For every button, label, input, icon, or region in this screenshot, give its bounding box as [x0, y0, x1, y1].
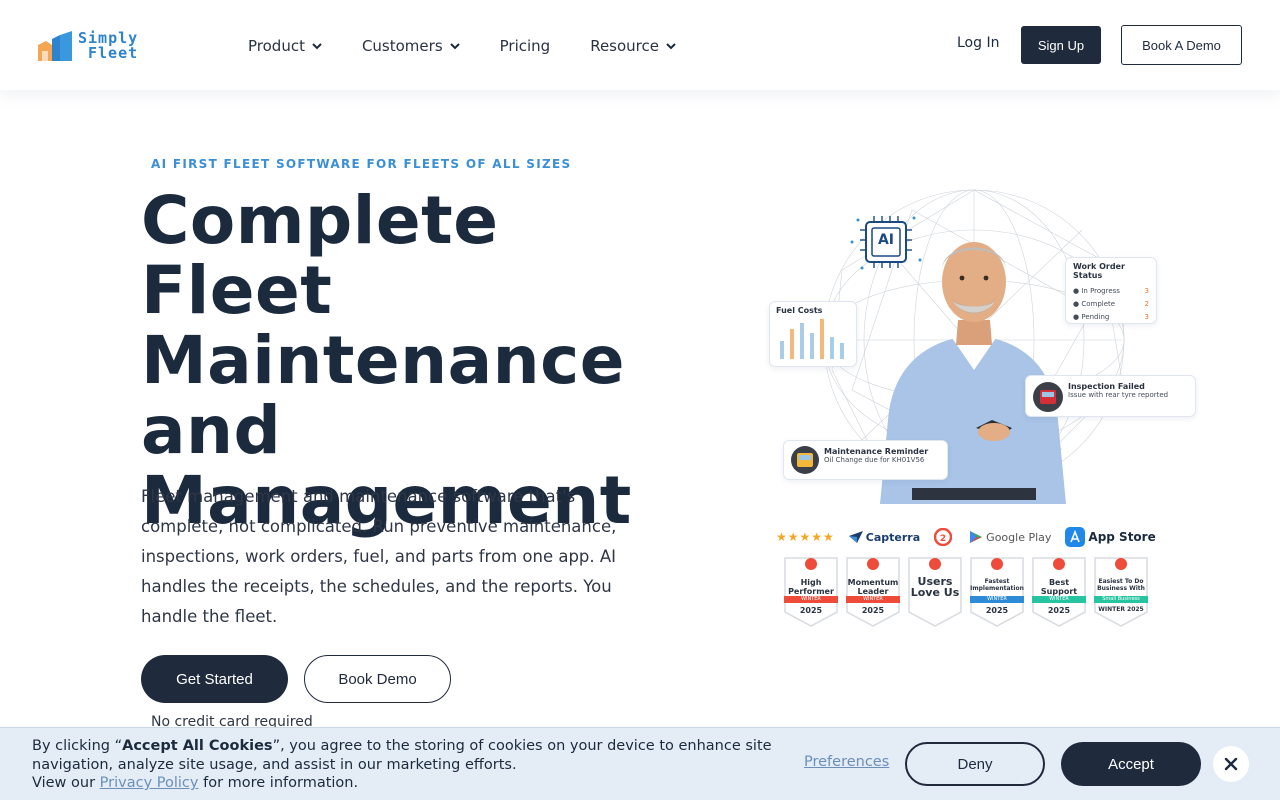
red-truck-icon — [1033, 382, 1063, 412]
privacy-policy-link[interactable]: Privacy Policy — [100, 775, 199, 791]
book-a-demo-button[interactable]: Book A Demo — [1121, 25, 1242, 65]
cookie-message: By clicking “Accept All Cookies”, you ag… — [32, 738, 772, 791]
ratings-row: ★★★★★ Capterra 2 Google Play App Store — [776, 526, 1176, 548]
chevron-down-icon — [312, 43, 322, 50]
g2-badge: Easiest To Do Business With Small Busine… — [1092, 556, 1150, 628]
app-store-logo: App Store — [1065, 527, 1156, 547]
cookie-preferences-link[interactable]: Preferences — [804, 754, 889, 770]
g2-badges-row: High Performer WINTER 2025 Momentum Lead… — [782, 556, 1150, 628]
main-nav: Product Customers Pricing Resource — [248, 34, 716, 58]
capterra-icon — [848, 531, 863, 543]
get-started-button[interactable]: Get Started — [141, 655, 288, 703]
signup-button[interactable]: Sign Up — [1021, 26, 1101, 64]
g2-badge: Momentum Leader WINTER 2025 — [844, 556, 902, 628]
cookie-accept-button[interactable]: Accept — [1061, 742, 1201, 786]
fuel-bars-graphic — [780, 319, 844, 359]
nav-customers[interactable]: Customers — [362, 34, 460, 58]
nav-pricing[interactable]: Pricing — [500, 34, 551, 58]
yellow-truck-icon — [791, 446, 819, 474]
svg-text:2: 2 — [940, 534, 946, 544]
g2-badge: Best Support WINTER 2025 — [1030, 556, 1088, 628]
page: Simply Fleet Product Customers Pricing R… — [0, 0, 1280, 800]
hero-eyebrow: AI FIRST FLEET SOFTWARE FOR FLEETS OF AL… — [151, 157, 572, 171]
site-header: Simply Fleet Product Customers Pricing R… — [0, 0, 1280, 90]
work-order-row: ● Pending 3 — [1073, 313, 1149, 321]
nav-product[interactable]: Product — [248, 34, 322, 58]
cookie-close-button[interactable] — [1213, 746, 1249, 782]
g2-logo: 2 — [934, 528, 955, 546]
work-order-row: ● In Progress 3 — [1073, 287, 1149, 295]
cookie-deny-button[interactable]: Deny — [905, 742, 1045, 786]
maintenance-reminder-card: Maintenance Reminder Oil Change due for … — [783, 440, 948, 480]
g2-icon: 2 — [934, 528, 953, 546]
work-order-status-card: Work Order Status ● In Progress 3 ● Comp… — [1065, 257, 1157, 324]
google-play-icon — [970, 531, 983, 543]
google-play-logo: Google Play — [969, 530, 1051, 544]
work-order-row: ● Complete 2 — [1073, 300, 1149, 308]
logo-wordmark: Simply Fleet — [78, 29, 139, 62]
g2-badge: Users Love Us — [906, 556, 964, 628]
close-icon — [1224, 757, 1238, 771]
chevron-down-icon — [449, 43, 460, 50]
star-rating: ★★★★★ — [776, 530, 835, 544]
login-link[interactable]: Log In — [957, 35, 999, 51]
fuel-costs-card: Fuel Costs — [769, 301, 857, 367]
hero-illustration: Fuel Costs Work Order Status ● In Progre… — [762, 170, 1202, 510]
book-demo-button[interactable]: Book Demo — [304, 655, 451, 703]
g2-badge: High Performer WINTER 2025 — [782, 556, 840, 628]
capterra-logo: Capterra — [848, 531, 920, 544]
nav-resource[interactable]: Resource — [590, 34, 676, 58]
chevron-down-icon — [666, 43, 676, 50]
app-store-icon — [1065, 527, 1086, 547]
logo-icon — [38, 31, 74, 61]
inspection-failed-card: Inspection Failed Issue with rear tyre r… — [1025, 375, 1196, 417]
hero-description: Fleet management and maintenance softwar… — [141, 487, 617, 626]
g2-badge: Fastest Implementation WINTER 2025 — [968, 556, 1026, 628]
logo[interactable]: Simply Fleet — [38, 30, 148, 62]
ai-chip-label: AI — [877, 232, 895, 248]
